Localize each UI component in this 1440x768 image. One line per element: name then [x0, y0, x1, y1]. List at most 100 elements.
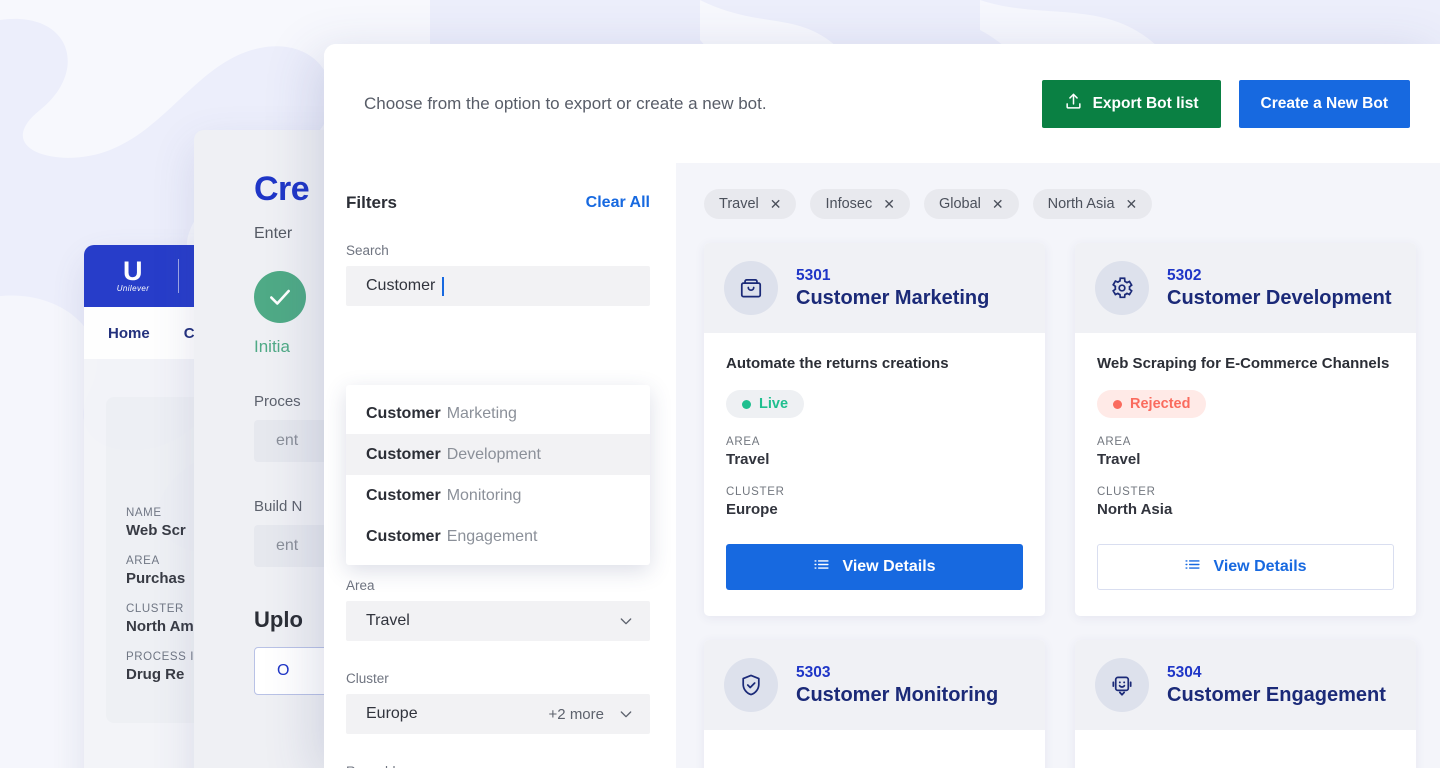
bot-cards-area: Travel ✕ Infosec ✕ Global ✕ North Asia ✕ — [676, 163, 1440, 768]
modal-header-message: Choose from the option to export or crea… — [364, 94, 1042, 114]
bot-card-name: Customer Engagement — [1167, 684, 1386, 707]
bot-card-body — [704, 730, 1045, 768]
bot-card-id: 5304 — [1167, 664, 1386, 682]
filter-chip[interactable]: North Asia ✕ — [1033, 189, 1153, 219]
filter-chip-label: Infosec — [825, 196, 872, 212]
shopping-bag-icon — [724, 261, 778, 315]
bot-card[interactable]: 5304 Customer Engagement — [1075, 640, 1416, 768]
bot-card-area-label: AREA — [1097, 436, 1394, 448]
bot-card-header: 5304 Customer Engagement — [1075, 640, 1416, 730]
status-dot-icon — [742, 400, 751, 409]
bot-card[interactable]: 5302 Customer Development Web Scraping f… — [1075, 243, 1416, 616]
bot-card-header: 5303 Customer Monitoring — [704, 640, 1045, 730]
modal-body: Filters Clear All Search Customer Custom… — [324, 163, 1440, 768]
suggestion-suffix: Development — [447, 446, 541, 464]
area-label: Area — [346, 578, 650, 593]
cluster-more-count: +2 more — [549, 706, 604, 723]
bot-card-area: AREA Travel — [1097, 436, 1394, 468]
cluster-select-value: Europe — [366, 705, 418, 723]
status-badge-label: Rejected — [1130, 396, 1190, 412]
status-badge: Rejected — [1097, 390, 1206, 418]
cluster-label: Cluster — [346, 671, 650, 686]
suggestion-item[interactable]: Customer Marketing — [346, 393, 650, 434]
suggestion-prefix: Customer — [366, 446, 441, 464]
bot-card[interactable]: 5303 Customer Monitoring — [704, 640, 1045, 768]
export-bot-list-button[interactable]: Export Bot list — [1042, 80, 1221, 128]
bot-card[interactable]: 5301 Customer Marketing Automate the ret… — [704, 243, 1045, 616]
bot-card-area-value: Travel — [1097, 451, 1394, 468]
logo-wordmark: Unilever — [117, 284, 150, 293]
filter-chip[interactable]: Travel ✕ — [704, 189, 796, 219]
close-icon[interactable]: ✕ — [1126, 196, 1138, 213]
create-new-bot-label: Create a New Bot — [1261, 95, 1388, 113]
search-input-value: Customer — [366, 277, 435, 295]
filter-chip[interactable]: Infosec ✕ — [810, 189, 909, 219]
close-icon[interactable]: ✕ — [883, 196, 895, 213]
modal-header: Choose from the option to export or crea… — [324, 44, 1440, 163]
bot-card-cluster-label: CLUSTER — [1097, 486, 1394, 498]
suggestion-suffix: Monitoring — [447, 487, 522, 505]
robot-icon — [1095, 658, 1149, 712]
close-icon[interactable]: ✕ — [992, 196, 1004, 213]
bot-card-description: Automate the returns creations — [726, 355, 1023, 372]
suggestion-item[interactable]: Customer Monitoring — [346, 475, 650, 516]
active-filter-chips: Travel ✕ Infosec ✕ Global ✕ North Asia ✕ — [704, 189, 1416, 219]
bot-card-name: Customer Monitoring — [796, 684, 998, 707]
nav-item-home[interactable]: Home — [108, 325, 150, 342]
suggestion-suffix: Engagement — [447, 528, 538, 546]
bot-card-cluster-value: Europe — [726, 501, 1023, 518]
view-details-button[interactable]: View Details — [1097, 544, 1394, 590]
filters-header: Filters Clear All — [346, 193, 650, 213]
search-suggestions: Customer Marketing Customer Development … — [346, 385, 650, 565]
area-select[interactable]: Travel — [346, 601, 650, 641]
bot-card-body: Web Scraping for E-Commerce Channels Rej… — [1075, 333, 1416, 616]
filters-title: Filters — [346, 193, 397, 213]
bot-card-cluster: CLUSTER Europe — [726, 486, 1023, 518]
chevron-down-icon — [618, 706, 634, 722]
list-icon — [813, 556, 830, 578]
bot-card-header: 5301 Customer Marketing — [704, 243, 1045, 333]
suggestion-item[interactable]: Customer Engagement — [346, 516, 650, 557]
bot-card-id: 5302 — [1167, 267, 1392, 285]
view-details-button[interactable]: View Details — [726, 544, 1023, 590]
bot-list-modal: Choose from the option to export or crea… — [324, 44, 1440, 768]
close-icon[interactable]: ✕ — [770, 196, 782, 213]
cluster-select[interactable]: Europe +2 more — [346, 694, 650, 734]
bot-card-description: Web Scraping for E-Commerce Channels — [1097, 355, 1394, 372]
create-new-bot-button[interactable]: Create a New Bot — [1239, 80, 1410, 128]
bot-card-cluster: CLUSTER North Asia — [1097, 486, 1394, 518]
upload-icon — [1064, 92, 1083, 116]
suggestion-item[interactable]: Customer Development — [346, 434, 650, 475]
bot-card-body: Automate the returns creations Live AREA… — [704, 333, 1045, 616]
suggestion-prefix: Customer — [366, 405, 441, 423]
filter-chip[interactable]: Global ✕ — [924, 189, 1019, 219]
chevron-down-icon — [618, 613, 634, 629]
unilever-logo: U Unilever — [106, 254, 160, 298]
shield-check-icon — [724, 658, 778, 712]
filter-chip-label: North Asia — [1048, 196, 1115, 212]
bot-card-area-label: AREA — [726, 436, 1023, 448]
area-select-value: Travel — [366, 612, 410, 630]
clear-all-button[interactable]: Clear All — [586, 194, 650, 212]
bot-card-header: 5302 Customer Development — [1075, 243, 1416, 333]
export-bot-list-label: Export Bot list — [1093, 95, 1199, 113]
filters-panel: Filters Clear All Search Customer Custom… — [324, 163, 676, 768]
bot-card-name: Customer Development — [1167, 287, 1392, 310]
brand-divider — [178, 259, 179, 293]
suggestion-prefix: Customer — [366, 487, 441, 505]
search-input[interactable]: Customer — [346, 266, 650, 306]
bot-card-area: AREA Travel — [726, 436, 1023, 468]
suggestion-suffix: Marketing — [447, 405, 517, 423]
bot-card-cluster-value: North Asia — [1097, 501, 1394, 518]
reusable-label: Reusable — [346, 764, 650, 768]
filter-chip-label: Travel — [719, 196, 759, 212]
check-icon — [254, 271, 306, 323]
bot-card-cluster-label: CLUSTER — [726, 486, 1023, 498]
bot-card-area-value: Travel — [726, 451, 1023, 468]
nav-item-partial[interactable]: C — [184, 325, 195, 342]
gear-icon — [1095, 261, 1149, 315]
status-badge-label: Live — [759, 396, 788, 412]
text-cursor — [442, 277, 444, 296]
view-details-label: View Details — [1213, 558, 1306, 576]
list-icon — [1184, 556, 1201, 578]
